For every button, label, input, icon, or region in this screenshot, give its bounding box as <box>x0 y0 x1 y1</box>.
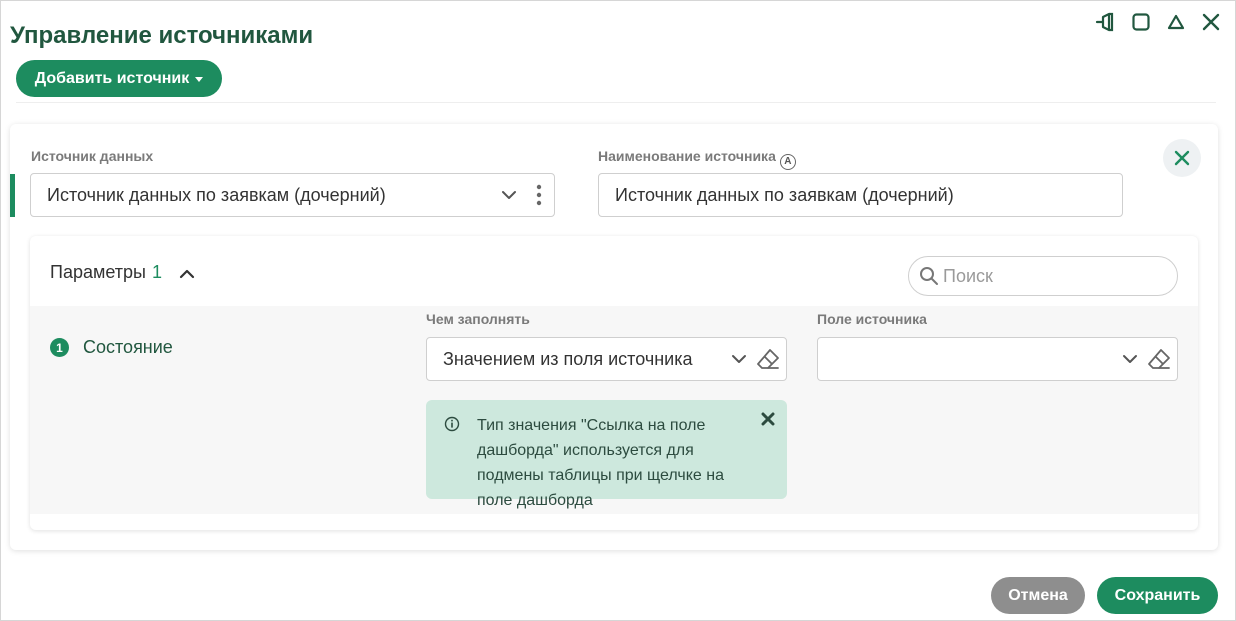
parameters-title: Параметры <box>50 262 146 282</box>
close-icon <box>1202 13 1219 30</box>
eraser-icon[interactable] <box>1141 348 1177 370</box>
collapse-icon <box>1167 14 1184 29</box>
maximize-icon <box>1131 12 1150 31</box>
pin-button[interactable] <box>1095 11 1116 32</box>
parameter-row-state: 1 Состояние <box>50 337 173 358</box>
close-window-button[interactable] <box>1200 11 1221 32</box>
page-title: Управление источниками <box>10 22 314 49</box>
chevron-down-icon[interactable] <box>728 354 750 364</box>
caret-down-icon <box>195 77 204 82</box>
source-name-input[interactable]: Источник данных по заявкам (дочерний) <box>598 173 1123 217</box>
search-icon <box>920 267 938 285</box>
auto-name-badge: A <box>779 153 796 170</box>
data-source-select[interactable]: Источник данных по заявкам (дочерний) <box>30 173 555 217</box>
source-field-label: Поле источника <box>817 311 927 327</box>
fill-with-label: Чем заполнять <box>426 311 530 327</box>
parameter-name: Состояние <box>83 337 173 357</box>
source-name-label: Наименование источника A <box>598 148 796 170</box>
add-source-label: Добавить источник <box>34 69 190 87</box>
parameters-search[interactable] <box>908 256 1178 296</box>
eraser-icon[interactable] <box>750 348 786 370</box>
maximize-button[interactable] <box>1130 11 1151 32</box>
divider <box>16 102 1216 103</box>
data-source-label: Источник данных <box>31 148 154 164</box>
parameters-count: 1 <box>151 262 162 282</box>
source-field-select[interactable] <box>817 337 1178 381</box>
close-icon <box>1174 150 1190 166</box>
window-controls <box>1095 11 1221 32</box>
hint-text: Тип значения "Ссылка на поле дашборда" и… <box>477 417 724 509</box>
fill-with-value: Значением из поля источника <box>443 348 693 369</box>
parameters-panel: Параметры 1 Чем заполнять Значением из п… <box>30 236 1198 530</box>
save-button[interactable]: Сохранить <box>1097 577 1218 614</box>
info-icon <box>444 416 460 432</box>
source-name-value: Источник данных по заявкам (дочерний) <box>615 184 954 205</box>
pin-icon <box>1095 12 1114 31</box>
fill-with-select[interactable]: Значением из поля источника <box>426 337 787 381</box>
kebab-icon[interactable] <box>524 184 554 206</box>
close-hint-icon[interactable] <box>761 412 775 426</box>
data-source-value: Источник данных по заявкам (дочерний) <box>47 184 386 205</box>
info-hint: Тип значения "Ссылка на поле дашборда" и… <box>426 400 787 509</box>
source-card: Источник данных Источник данных по заявк… <box>10 124 1218 550</box>
add-source-button[interactable]: Добавить источник <box>16 60 222 97</box>
search-input[interactable] <box>943 265 1163 287</box>
source-name-label-text: Наименование источника <box>598 148 776 164</box>
remove-source-button[interactable] <box>1163 139 1201 177</box>
chevron-up-icon[interactable] <box>178 267 196 279</box>
cancel-button[interactable]: Отмена <box>991 577 1085 614</box>
parameter-number-badge: 1 <box>50 338 69 357</box>
parameters-header[interactable]: Параметры 1 <box>50 262 196 283</box>
collapse-button[interactable] <box>1165 11 1186 32</box>
chevron-down-icon[interactable] <box>494 190 524 200</box>
card-accent-bar <box>10 174 15 217</box>
chevron-down-icon[interactable] <box>1119 354 1141 364</box>
source-management-dialog: Управление источниками Добавить источник… <box>0 0 1236 621</box>
